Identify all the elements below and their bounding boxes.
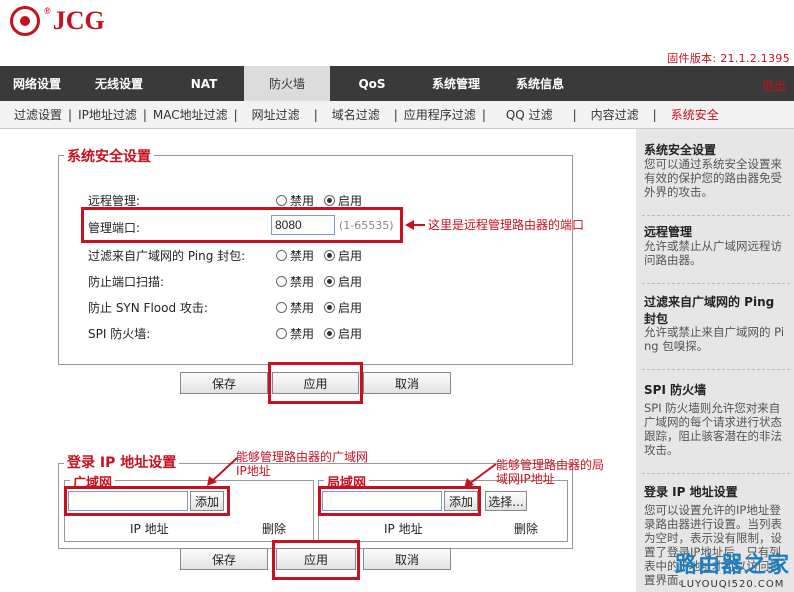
submenu-app-filter[interactable]: 应用程序过滤 — [398, 106, 482, 123]
logo-registered-mark: ® — [44, 6, 51, 16]
help-text-ping: 允许或禁止来自广域网的 Ping 包嗅探。 — [644, 325, 785, 353]
router-admin-page: ® JCG 固件版本: 21.1.2.1395 网络设置 无线设置 NAT 防火… — [0, 0, 794, 592]
mgmt-port-range: (1-65535) — [339, 219, 394, 232]
radio-icon[interactable] — [276, 328, 287, 339]
watermark-title: 路由器之家 — [674, 553, 790, 578]
port-annotation: 这里是远程管理路由器的端口 — [428, 218, 585, 232]
wan-add-button[interactable]: 添加 — [190, 491, 224, 511]
firewall-submenu: 过滤设置 | IP地址过滤 | MAC地址过滤 | 网址过滤 | 域名过滤 | 应用程序过… — [0, 101, 794, 129]
menu-exit[interactable]: 退出 — [762, 77, 786, 94]
wan-ip-header: IP 地址 — [130, 522, 169, 536]
radio-checked-icon[interactable] — [324, 276, 336, 287]
spi-firewall-enable[interactable]: 启用 — [324, 325, 362, 342]
port-scan-disable[interactable]: 禁用 — [276, 273, 314, 290]
submenu-content-filter[interactable]: 内容过滤 — [577, 106, 653, 123]
syn-flood-disable[interactable]: 禁用 — [276, 299, 314, 316]
help-text-remote: 允许或禁止从广域网远程访问路由器。 — [644, 239, 782, 267]
menu-system-management[interactable]: 系统管理 — [414, 66, 498, 101]
jcg-logo: ® JCG — [10, 6, 105, 36]
menu-system-info[interactable]: 系统信息 — [498, 66, 582, 101]
security-settings-legend: 系统安全设置 — [64, 146, 154, 166]
help-title-ping: 过滤来自广域网的 Ping 封包 — [644, 295, 775, 326]
wan-delete-header: 删除 — [262, 522, 287, 536]
spi-firewall-radios: 禁用 启用 — [276, 325, 372, 342]
submenu-domain-filter[interactable]: 域名过滤 — [318, 106, 394, 123]
menu-firewall[interactable]: 防火墙 — [244, 66, 330, 101]
firmware-version: 固件版本: 21.1.2.1395 — [667, 52, 790, 65]
submenu-ip-filter[interactable]: IP地址过滤 — [72, 106, 143, 123]
login-ip-legend: 登录 IP 地址设置 — [64, 452, 180, 472]
lan-ip-header: IP 地址 — [384, 522, 423, 536]
mgmt-port-label: 管理端口: — [88, 221, 141, 235]
syn-flood-radios: 禁用 启用 — [276, 299, 372, 316]
save-button[interactable]: 保存 — [180, 372, 268, 394]
menu-network[interactable]: 网络设置 — [0, 66, 74, 101]
spi-firewall-disable[interactable]: 禁用 — [276, 325, 314, 342]
cancel-button-2[interactable]: 取消 — [363, 548, 451, 570]
wan-arrow-icon — [207, 457, 238, 486]
help-title-security: 系统安全设置 — [644, 143, 717, 157]
spi-firewall-label: SPI 防火墙: — [88, 327, 151, 341]
main-menu: 网络设置 无线设置 NAT 防火墙 QoS 系统管理 系统信息 退出 — [0, 66, 794, 101]
help-title-login-ip: 登录 IP 地址设置 — [644, 485, 738, 499]
help-title-spi: SPI 防火墙 — [644, 383, 707, 397]
submenu-url-filter[interactable]: 网址过滤 — [238, 106, 314, 123]
radio-icon[interactable] — [276, 276, 287, 287]
arrow-line — [413, 224, 425, 226]
lan-ip-input[interactable] — [322, 491, 442, 511]
radio-icon[interactable] — [276, 302, 287, 313]
radio-checked-icon[interactable] — [324, 302, 336, 313]
help-title-remote: 远程管理 — [644, 225, 693, 239]
lan-annotation-line1: 能够管理路由器的局 — [496, 458, 605, 472]
jcg-logo-icon — [10, 6, 40, 36]
cancel-button[interactable]: 取消 — [363, 372, 451, 394]
radio-icon[interactable] — [276, 195, 287, 206]
radio-icon[interactable] — [276, 250, 287, 261]
help-text-security: 您可以通过系统安全设置来有效的保护您的路由器免受外界的攻击。 — [644, 157, 782, 199]
apply-button[interactable]: 应用 — [272, 372, 359, 394]
menu-wireless[interactable]: 无线设置 — [74, 66, 164, 101]
watermark: 路由器之家 LUYOUQI520.COM — [675, 547, 790, 590]
submenu-mac-filter[interactable]: MAC地址过滤 — [147, 106, 234, 123]
wan-ip-input[interactable] — [68, 491, 188, 511]
mgmt-port-input[interactable] — [271, 215, 335, 235]
help-sidebar: 系统安全设置 您可以通过系统安全设置来有效的保护您的路由器免受外界的攻击。 远程… — [636, 129, 794, 592]
logo-text: JCG — [52, 6, 105, 35]
port-scan-label: 防止端口扫描: — [88, 275, 165, 289]
radio-checked-icon[interactable] — [324, 195, 336, 206]
syn-flood-label: 防止 SYN Flood 攻击: — [88, 301, 208, 315]
lan-arrow-icon — [464, 463, 497, 488]
lan-select-button[interactable]: 选择... — [485, 491, 527, 511]
ping-filter-radios: 禁用 启用 — [276, 247, 372, 264]
ping-filter-disable[interactable]: 禁用 — [276, 247, 314, 264]
lan-add-button[interactable]: 添加 — [444, 491, 478, 511]
lan-delete-header: 删除 — [514, 522, 539, 536]
lan-annotation-line2: 域网IP地址 — [496, 472, 555, 486]
port-scan-enable[interactable]: 启用 — [324, 273, 362, 290]
radio-checked-icon[interactable] — [324, 328, 336, 339]
submenu-qq-filter[interactable]: QQ 过滤 — [486, 106, 573, 123]
menu-nat[interactable]: NAT — [164, 66, 244, 101]
ping-filter-label: 过滤来自广域网的 Ping 封包: — [88, 249, 246, 263]
radio-checked-icon[interactable] — [324, 250, 336, 261]
save-button-2[interactable]: 保存 — [180, 548, 268, 570]
watermark-url: LUYOUQI520.COM — [680, 579, 785, 590]
syn-flood-enable[interactable]: 启用 — [324, 299, 362, 316]
apply-button-2[interactable]: 应用 — [276, 548, 356, 570]
submenu-filter-settings[interactable]: 过滤设置 — [8, 106, 68, 123]
menu-qos[interactable]: QoS — [330, 66, 414, 101]
ping-filter-enable[interactable]: 启用 — [324, 247, 362, 264]
help-text-spi: SPI 防火墙则允许您对来自广域网的每个请求进行状态跟踪，阻止骇客潜在的非法攻击… — [644, 401, 782, 457]
port-scan-radios: 禁用 启用 — [276, 273, 372, 290]
wan-annotation-line1: 能够管理路由器的广域网 — [236, 450, 369, 464]
wan-annotation-line2: IP地址 — [236, 464, 271, 478]
submenu-system-security[interactable]: 系统安全 — [657, 106, 733, 123]
